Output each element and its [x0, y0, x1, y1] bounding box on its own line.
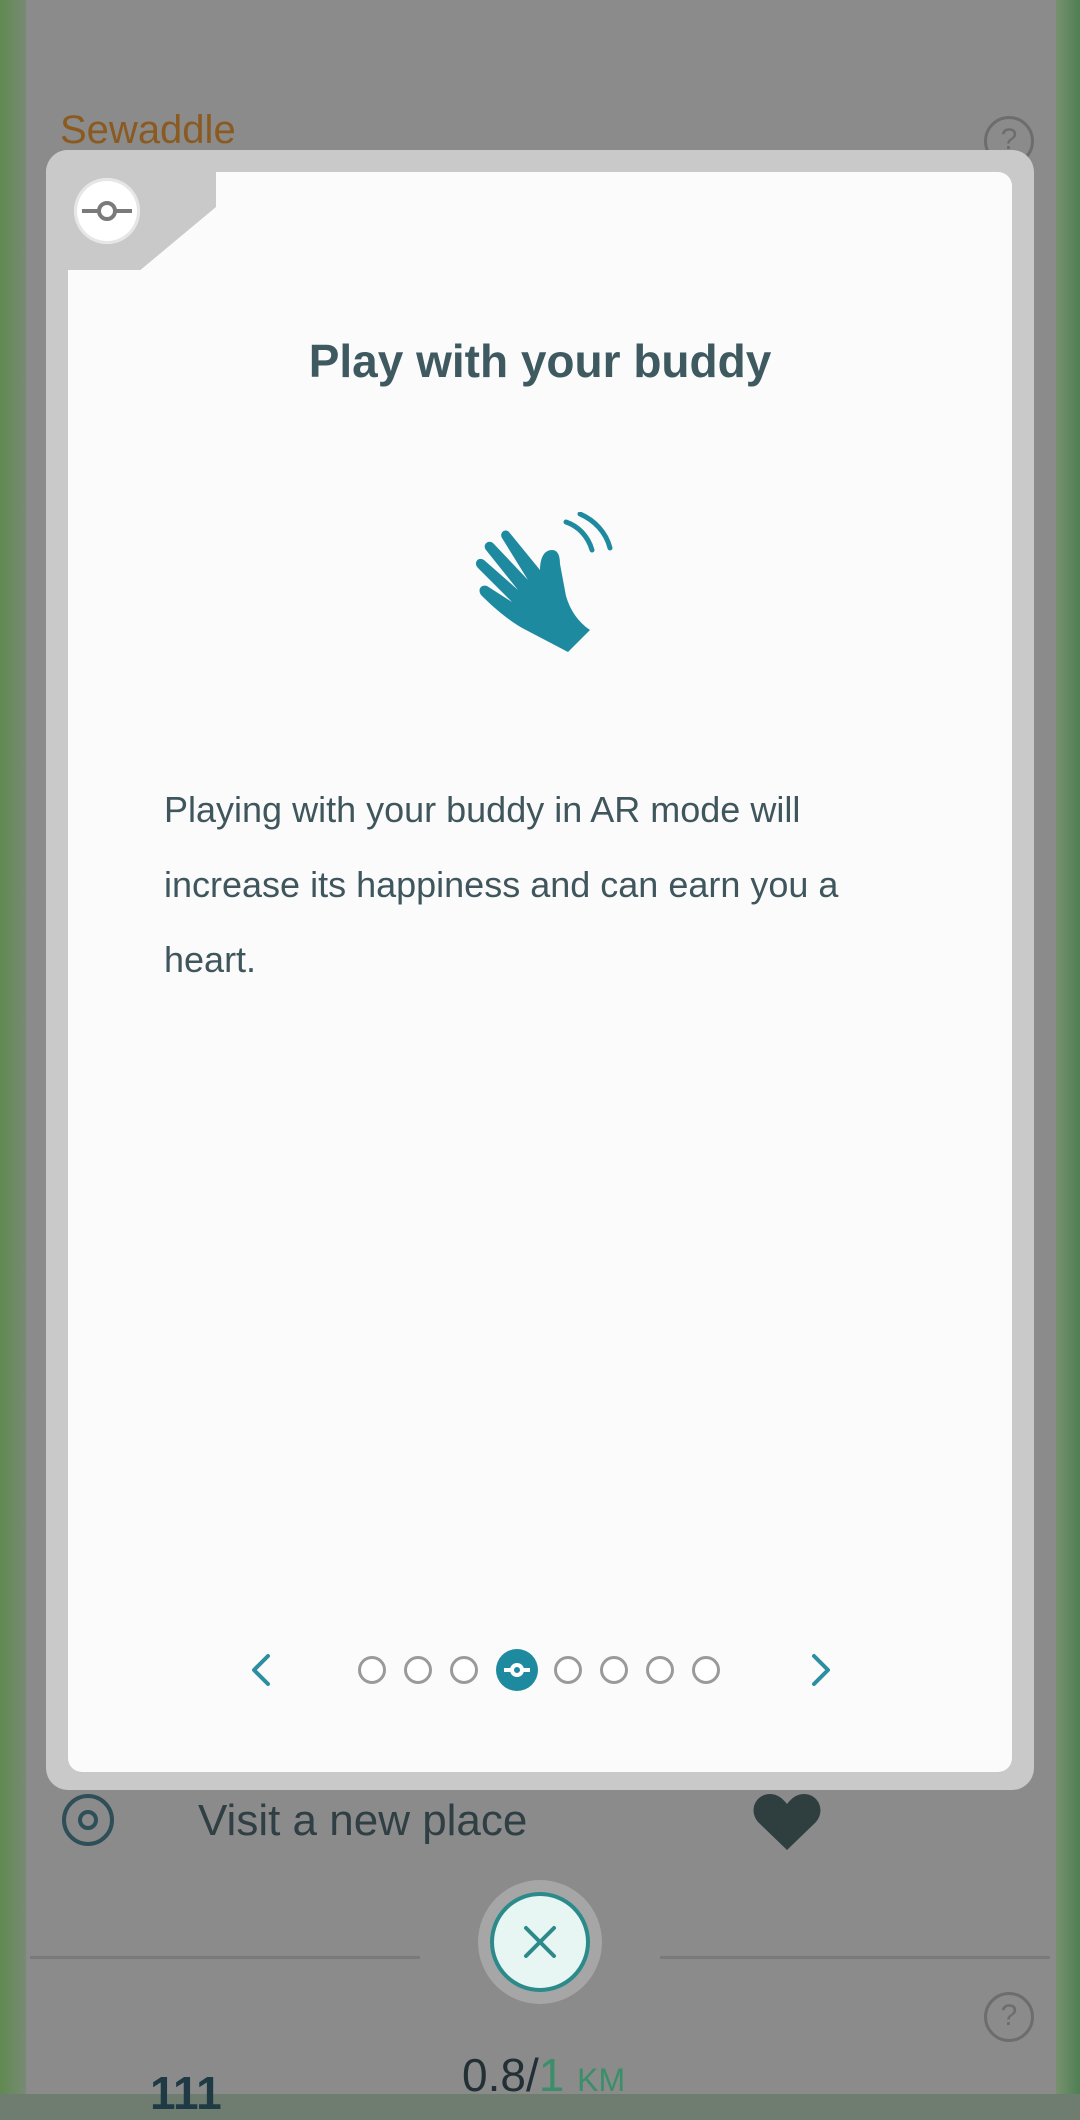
chevron-left-icon[interactable] — [240, 1648, 284, 1692]
pokemon-name: Sewaddle — [60, 108, 236, 152]
help-icon[interactable]: ? — [984, 1992, 1034, 2042]
close-button-inner[interactable] — [490, 1892, 590, 1992]
waving-hand-icon — [475, 512, 613, 652]
pagination-dot[interactable] — [600, 1656, 628, 1684]
pagination-dot[interactable] — [358, 1656, 386, 1684]
pagination-dot[interactable] — [404, 1656, 432, 1684]
distance-unit: KM — [577, 2062, 626, 2098]
modal-title: Play with your buddy — [308, 335, 772, 387]
heart-icon — [753, 1794, 821, 1850]
pagination-dot-active[interactable] — [496, 1649, 538, 1691]
divider — [30, 1956, 420, 1959]
activity-label-visit-new-place: Visit a new place — [198, 1796, 528, 1845]
distance-current: 0.8 — [462, 2049, 526, 2101]
distance-separator: / — [525, 2049, 539, 2101]
modal-body-text: Playing with your buddy in AR mode will … — [164, 789, 839, 980]
pagination-dot[interactable] — [692, 1656, 720, 1684]
pokestop-icon — [62, 1794, 114, 1846]
chevron-right-icon[interactable] — [798, 1648, 842, 1692]
close-button[interactable] — [478, 1880, 602, 2004]
divider — [660, 1956, 1050, 1959]
pagination-dot[interactable] — [646, 1656, 674, 1684]
distance-goal: 1 — [538, 2049, 565, 2101]
buddy-count: 111 — [150, 2067, 222, 2119]
close-icon — [524, 1926, 556, 1958]
pagination-dot[interactable] — [450, 1656, 478, 1684]
pokeball-icon — [74, 178, 140, 244]
pagination-dot[interactable] — [554, 1656, 582, 1684]
